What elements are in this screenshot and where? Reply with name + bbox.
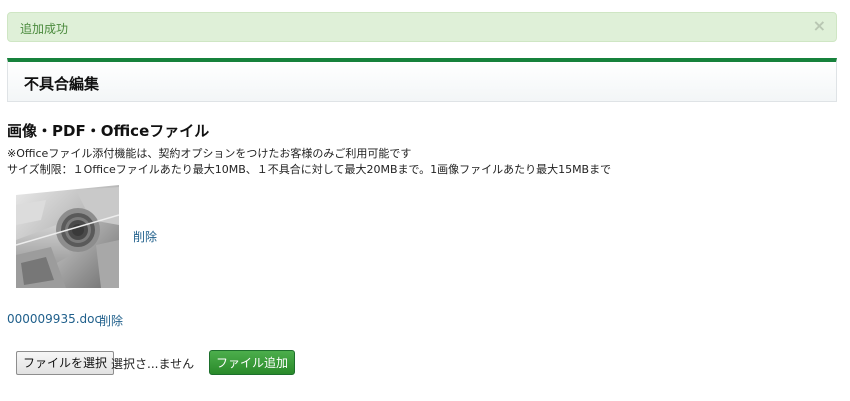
panel-title: 不具合編集 [24,75,100,93]
doc-file-link[interactable]: 000009935.doc [7,312,101,326]
file-selection-status: 選択さ...ません [111,357,195,371]
close-icon[interactable]: × [813,16,826,36]
add-file-button[interactable]: ファイル追加 [209,350,295,375]
panel-header: 不具合編集 [7,58,837,102]
files-section-title: 画像・PDF・Officeファイル [7,122,210,140]
image-thumbnail[interactable] [16,185,119,288]
doc-delete-link[interactable]: 削除 [99,312,123,329]
machined-part-image [16,185,119,288]
page: 追加成功 × 不具合編集 画像・PDF・Officeファイル ※Officeファ… [0,0,850,401]
alert-message: 追加成功 [20,22,69,36]
choose-file-button[interactable]: ファイルを選択 [16,351,115,375]
office-option-note: ※Officeファイル添付機能は、契約オプションをつけたお客様のみご利用可能です [7,147,412,160]
image-delete-link[interactable]: 削除 [133,228,157,245]
size-limit-note: サイズ制限：１Officeファイルあたり最大10MB、１不具合に対して最大20M… [7,163,612,176]
success-alert: 追加成功 × [7,12,837,42]
